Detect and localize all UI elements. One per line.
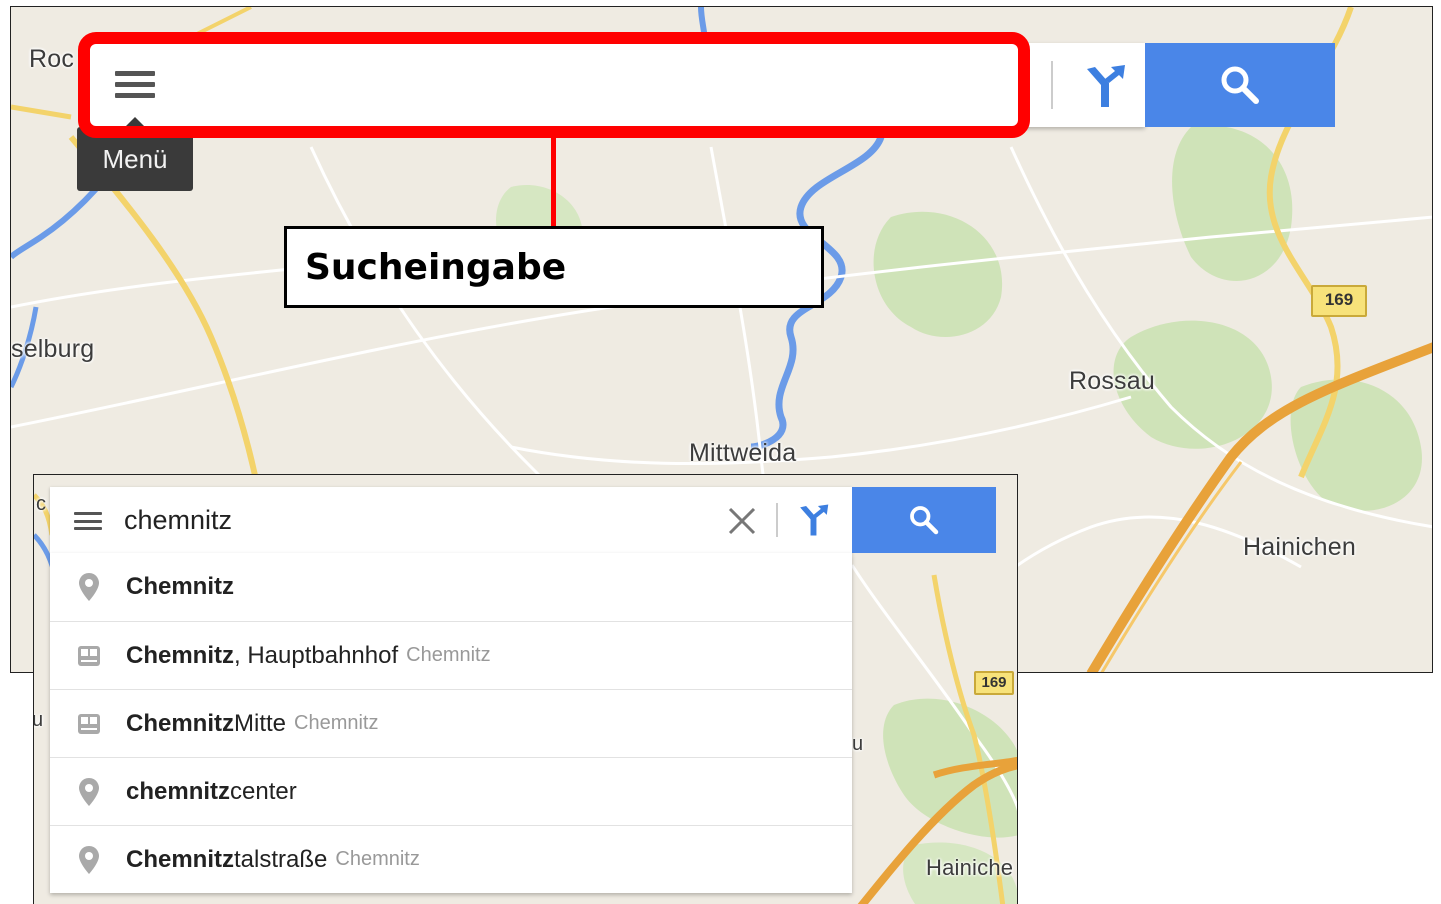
callout-label: Sucheingabe — [305, 246, 567, 288]
place-label: Hainiche — [926, 855, 1014, 880]
search-icon — [910, 506, 939, 535]
suggestion-match: chemnitz — [126, 777, 231, 805]
suggestion-context: Chemnitz — [406, 644, 491, 666]
place-pin-icon — [79, 778, 99, 806]
directions-icon[interactable] — [1079, 63, 1127, 109]
suggestion-rest: , Hauptbahnhof — [234, 641, 399, 669]
close-icon[interactable] — [726, 505, 758, 537]
divider — [1051, 61, 1053, 109]
place-label: Roc — [29, 45, 75, 73]
tooltip-text: Menü — [102, 143, 168, 174]
callout-label-box: Sucheingabe — [284, 226, 824, 308]
suggestion-item[interactable]: Chemnitz — [50, 553, 852, 621]
suggestion-item[interactable]: chemnitz center — [50, 757, 852, 825]
train-station-icon — [78, 646, 100, 666]
suggestion-rest: center — [230, 777, 297, 805]
search-icon — [1221, 66, 1259, 104]
suggestion-match: Chemnitz — [126, 573, 234, 600]
suggestion-match: Chemnitz — [126, 845, 234, 873]
suggestion-item[interactable]: Chemnitz Mitte Chemnitz — [50, 689, 852, 757]
map-inset[interactable]: u Hainiche c u 169 Chemnitz — [33, 474, 1018, 904]
suggestion-rest: Mitte — [234, 709, 287, 737]
road-number-shield: 169 — [1311, 285, 1367, 317]
road-number-shield: 169 — [974, 671, 1014, 695]
search-input-highlight — [78, 32, 1030, 138]
search-button[interactable] — [852, 487, 996, 553]
place-label: u — [852, 733, 864, 755]
callout-connector — [551, 138, 556, 228]
suggestion-context: Chemnitz — [335, 848, 420, 870]
suggestion-item[interactable]: Chemnitz, Hauptbahnhof Chemnitz — [50, 621, 852, 689]
menu-icon[interactable] — [74, 512, 102, 530]
place-label: Hainichen — [1243, 533, 1356, 561]
suggestion-match: Chemnitz — [126, 709, 234, 737]
place-label: Mittweida — [689, 439, 797, 467]
suggestion-rest: talstraße — [234, 845, 328, 873]
suggestion-match: Chemnitz — [126, 641, 234, 669]
suggestion-list: Chemnitz Chemnitz, Hauptbahnhof Chemnitz … — [50, 553, 852, 893]
place-label: selburg — [11, 335, 95, 363]
divider — [776, 503, 778, 537]
place-label: Rossau — [1069, 367, 1155, 395]
search-button[interactable] — [1145, 43, 1335, 127]
search-bar[interactable] — [50, 487, 852, 553]
search-input[interactable] — [124, 499, 684, 541]
place-label: c — [36, 493, 47, 515]
place-label: u — [33, 709, 44, 731]
place-pin-icon — [79, 573, 99, 601]
suggestion-context: Chemnitz — [294, 712, 379, 734]
suggestion-item[interactable]: Chemnitz talstraße Chemnitz — [50, 825, 852, 893]
place-pin-icon — [79, 846, 99, 874]
train-station-icon — [78, 714, 100, 734]
directions-icon[interactable] — [794, 503, 830, 537]
